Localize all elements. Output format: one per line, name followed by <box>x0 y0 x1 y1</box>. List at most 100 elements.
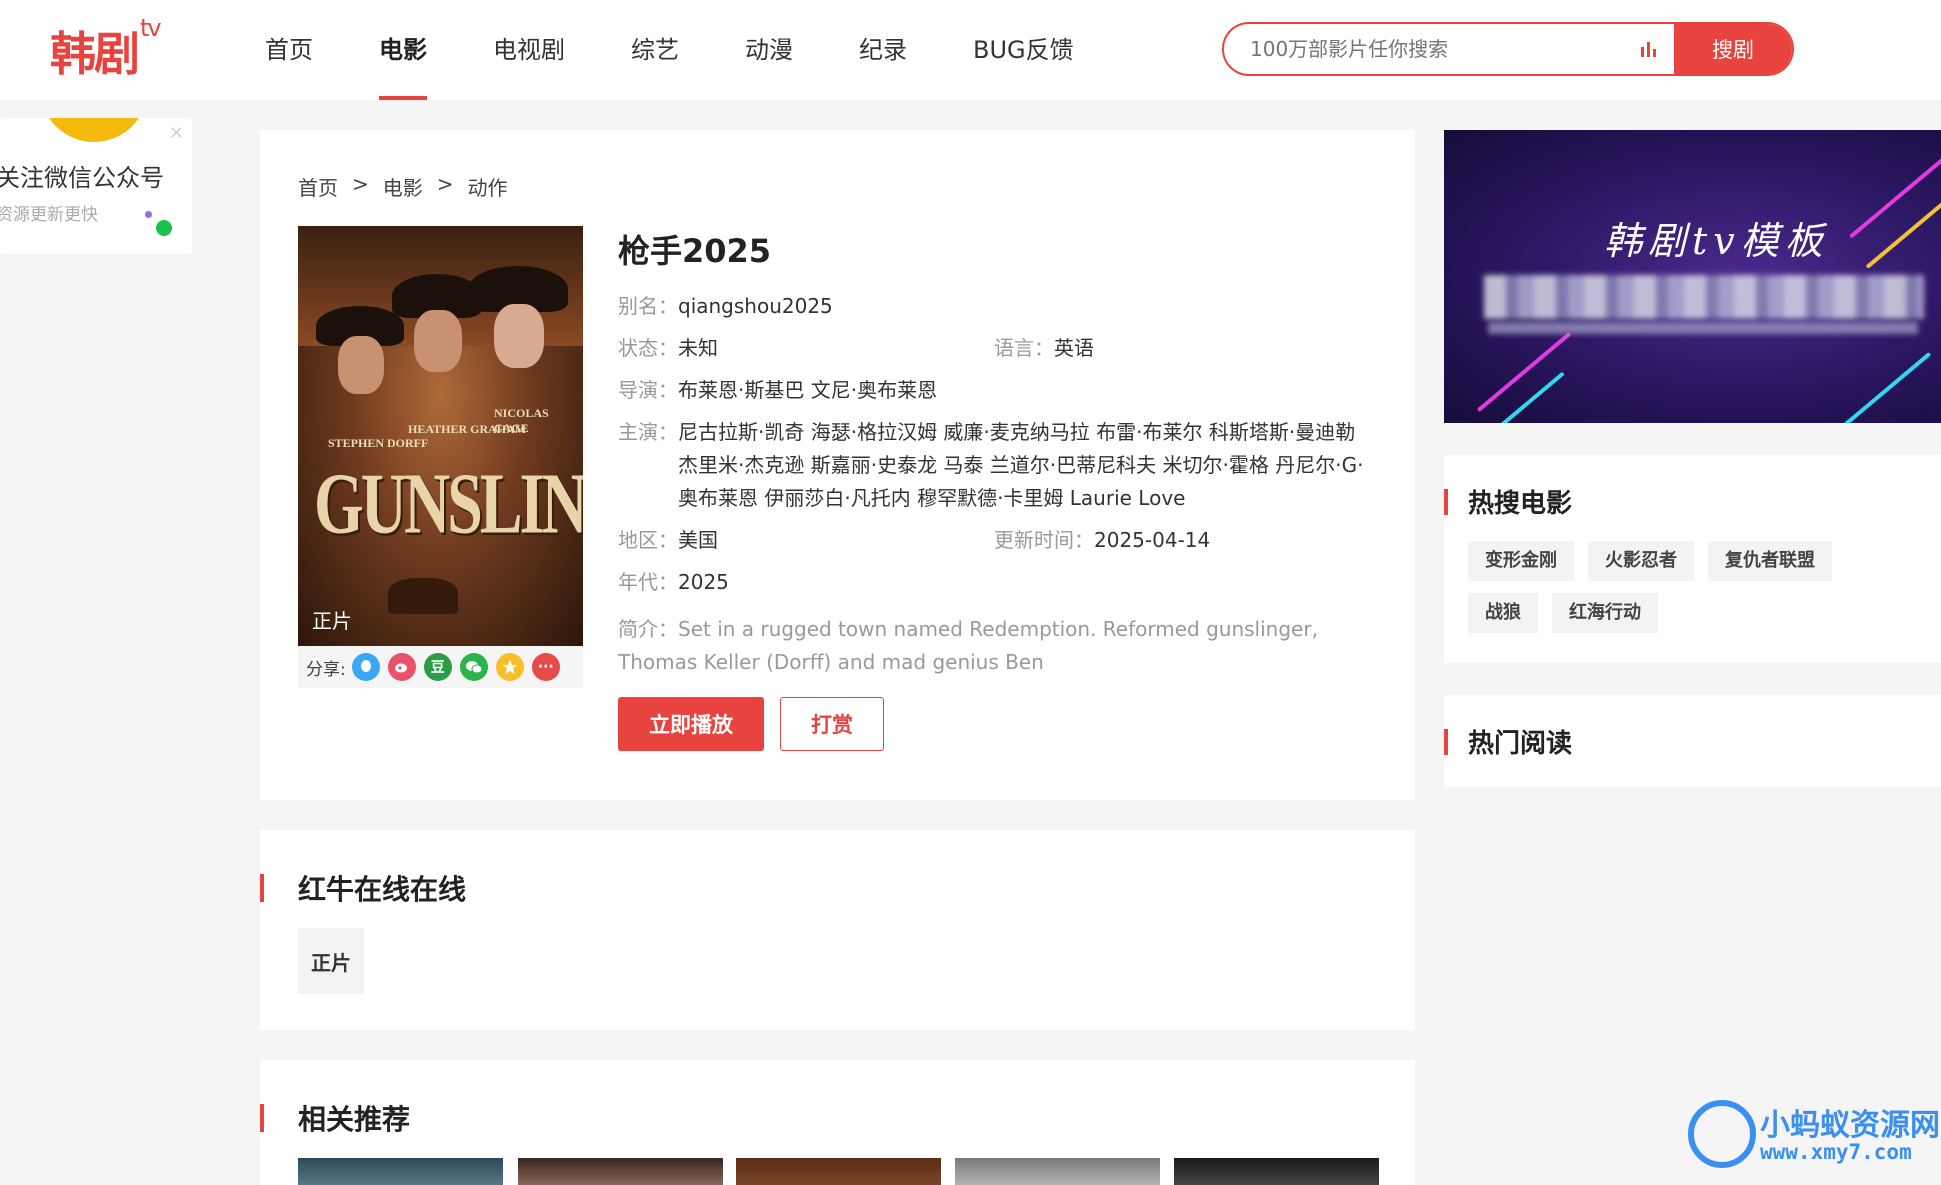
summary-label: 简介： <box>618 617 678 641</box>
nav-item-home[interactable]: 首页 <box>265 0 313 100</box>
poster-figure <box>494 304 544 368</box>
play-now-button[interactable]: 立即播放 <box>618 697 764 751</box>
updated-label: 更新时间： <box>994 528 1094 552</box>
qq-icon[interactable] <box>351 653 380 681</box>
related-thumbnail[interactable] <box>1174 1158 1379 1185</box>
hot-search-title: 热搜电影 <box>1468 489 1573 519</box>
playlist-panel: 红牛在线在线 正片 <box>260 830 1415 1030</box>
banner-streak <box>1493 371 1565 423</box>
playlist-title: 红牛在线在线 <box>298 873 467 906</box>
section-accent-bar <box>1444 729 1448 755</box>
movie-poster[interactable]: STEPHEN DORFF HEATHER GRAHAM NICOLAS CAG… <box>298 226 583 646</box>
reward-button[interactable]: 打赏 <box>780 697 884 751</box>
banner-streak <box>1476 331 1572 413</box>
share-bar: 分享: 豆 ··· <box>298 646 583 688</box>
alias-row: 别名： qiangshou2025 <box>618 290 1378 323</box>
hot-tag[interactable]: 复仇者联盟 <box>1708 541 1832 581</box>
director-value[interactable]: 布莱恩·斯基巴 文尼·奥布莱恩 <box>678 374 937 407</box>
movie-title: 枪手2025 <box>618 232 772 270</box>
breadcrumb: 首页 > 电影 > 动作 <box>298 172 522 201</box>
share-label: 分享: <box>306 659 346 680</box>
nav-item-tv[interactable]: 电视剧 <box>493 0 565 100</box>
poster-rider <box>388 578 458 614</box>
cast-value[interactable]: 尼古拉斯·凯奇 海瑟·格拉汉姆 威廉·麦克纳马拉 布雷·布莱尔 科斯塔斯·曼迪勒… <box>678 416 1378 515</box>
poster-title: GUNSLINGERS <box>314 455 583 552</box>
poster-name: STEPHEN DORFF <box>328 436 429 450</box>
douban-icon[interactable]: 豆 <box>423 653 452 681</box>
search-box: 搜剧 <box>1222 22 1794 76</box>
year-row: 年代： 2025 <box>618 566 1378 599</box>
nav-item-variety[interactable]: 综艺 <box>631 0 679 100</box>
hot-reading-title: 热门阅读 <box>1468 729 1573 759</box>
favorite-icon[interactable] <box>495 653 524 681</box>
hot-tag-list: 变形金刚 火影忍者 复仇者联盟 战狼 红海行动 <box>1468 541 1928 645</box>
status-label: 状态： <box>618 336 678 360</box>
search-input[interactable] <box>1224 24 1624 74</box>
status-value: 未知 <box>678 336 718 360</box>
language-value: 英语 <box>1054 336 1094 360</box>
related-thumbnail[interactable] <box>955 1158 1160 1185</box>
episode-button[interactable]: 正片 <box>298 928 364 994</box>
hot-search-panel: 热搜电影 变形金刚 火影忍者 复仇者联盟 战狼 红海行动 <box>1444 455 1941 663</box>
section-accent-bar <box>260 1104 264 1132</box>
more-icon[interactable]: ··· <box>531 653 560 681</box>
breadcrumb-movies[interactable]: 电影 <box>383 172 423 201</box>
banner-streak <box>1849 145 1941 239</box>
nav-item-anime[interactable]: 动漫 <box>745 0 793 100</box>
hot-tag[interactable]: 火影忍者 <box>1588 541 1694 581</box>
wechat-follow-subtitle: 资源更新更快 <box>0 205 98 225</box>
hot-reading-panel: 热门阅读 <box>1444 695 1941 787</box>
year-value: 2025 <box>678 570 729 594</box>
related-thumbnail[interactable] <box>298 1158 503 1185</box>
ant-logo-icon <box>1688 1100 1756 1168</box>
movie-detail-panel: 首页 > 电影 > 动作 STEPHEN DORFF HEATHER GRAHA… <box>260 130 1415 800</box>
related-thumbnail[interactable] <box>736 1158 941 1185</box>
site-logo[interactable]: 韩剧tv <box>50 14 162 84</box>
breadcrumb-separator: > <box>436 172 454 196</box>
online-dot <box>156 220 172 236</box>
wechat-icon[interactable] <box>459 653 488 681</box>
related-panel: 相关推荐 <box>260 1060 1415 1185</box>
region-value: 美国 <box>678 528 718 552</box>
related-thumbnail[interactable] <box>518 1158 723 1185</box>
summary-text: Set in a rugged town named Redemption. R… <box>618 617 1318 674</box>
search-button[interactable]: 搜剧 <box>1674 24 1792 74</box>
breadcrumb-home[interactable]: 首页 <box>298 172 338 201</box>
alias-label: 别名： <box>618 294 678 318</box>
hot-tag[interactable]: 战狼 <box>1468 593 1538 633</box>
action-buttons: 立即播放 打赏 <box>618 697 1378 751</box>
movie-info: 枪手2025 别名： qiangshou2025 状态： 未知 语言： 英语 导… <box>618 226 1378 751</box>
hot-tag[interactable]: 红海行动 <box>1552 593 1658 633</box>
close-icon[interactable]: × <box>169 122 184 143</box>
main-nav: 首页 电影 电视剧 综艺 动漫 纪录 BUG反馈 <box>265 0 1140 100</box>
banner-title: 韩剧tv模板 <box>1604 219 1829 263</box>
banner-streak <box>1836 351 1932 423</box>
section-accent-bar <box>1444 489 1448 515</box>
poster-figure <box>414 310 462 372</box>
nav-item-movies[interactable]: 电影 <box>379 0 427 100</box>
poster-badge: 正片 <box>312 609 352 633</box>
nav-item-bug-report[interactable]: BUG反馈 <box>973 0 1074 100</box>
alias-value: qiangshou2025 <box>678 294 833 318</box>
breadcrumb-action[interactable]: 动作 <box>468 172 508 201</box>
hot-chart-icon[interactable] <box>1624 24 1674 74</box>
poster-name: NICOLAS CAGE <box>494 406 549 435</box>
hot-tag[interactable]: 变形金刚 <box>1468 541 1574 581</box>
wechat-follow-title: 关注微信公众号 <box>0 164 164 192</box>
weibo-icon[interactable] <box>387 653 416 681</box>
cast-label: 主演： <box>618 420 678 444</box>
breadcrumb-separator: > <box>352 172 369 196</box>
updated-value: 2025-04-14 <box>1094 528 1211 552</box>
nav-item-documentary[interactable]: 纪录 <box>859 0 907 100</box>
director-label: 导演： <box>618 378 678 402</box>
year-label: 年代： <box>618 570 678 594</box>
site-header: 韩剧tv 首页 电影 电视剧 综艺 动漫 纪录 BUG反馈 搜剧 <box>0 0 1941 100</box>
director-row: 导演： 布莱恩·斯基巴 文尼·奥布莱恩 <box>618 374 1378 407</box>
section-accent-bar <box>260 874 264 902</box>
status-language-row: 状态： 未知 语言： 英语 <box>618 332 1378 365</box>
banner-blurred-text <box>1488 322 1918 334</box>
related-title: 相关推荐 <box>298 1103 411 1136</box>
promo-banner[interactable]: 韩剧tv模板 <box>1444 130 1941 423</box>
wechat-decoration <box>40 118 148 142</box>
wechat-follow-card[interactable]: × 关注微信公众号 资源更新更快 <box>0 118 192 254</box>
